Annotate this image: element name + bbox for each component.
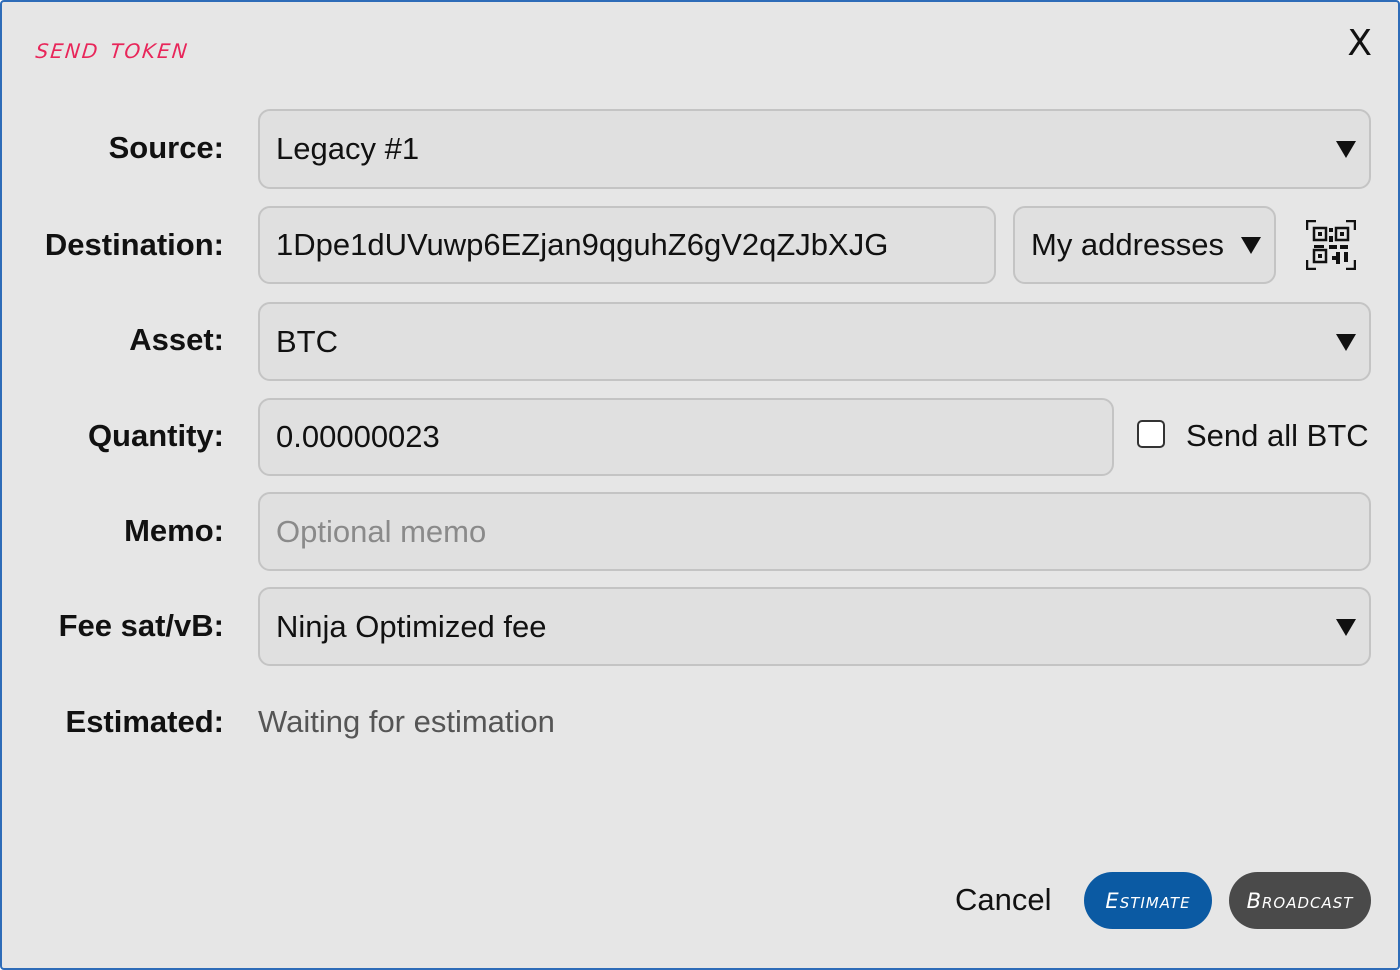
close-button[interactable]: X (1347, 26, 1372, 62)
destination-label: Destination: (44, 227, 224, 262)
chevron-down-icon (1336, 333, 1356, 351)
quantity-value: 0.00000023 (276, 419, 440, 454)
asset-value: BTC (276, 323, 338, 359)
dialog-title: Send token (34, 32, 191, 65)
chevron-down-icon (1241, 237, 1261, 254)
quantity-input[interactable]: 0.00000023 (258, 398, 1114, 476)
send-token-dialog: Send token X Source: Legacy #1 Destinati… (0, 0, 1400, 970)
asset-select[interactable]: BTC (258, 302, 1371, 381)
source-label: Source: (108, 130, 224, 165)
broadcast-button[interactable]: Broadcast (1229, 872, 1371, 929)
asset-label: Asset: (129, 322, 224, 357)
send-all-checkbox[interactable] (1137, 420, 1165, 448)
source-value: Legacy #1 (276, 131, 420, 166)
fee-select[interactable]: Ninja Optimized fee (258, 587, 1371, 666)
estimated-label: Estimated: (65, 704, 224, 739)
destination-input[interactable]: 1Dpe1dUVuwp6EZjan9qguhZ6gV2qZJbXJG (258, 206, 996, 284)
source-select[interactable]: Legacy #1 (258, 109, 1371, 189)
my-addresses-label: My addresses (1031, 227, 1224, 262)
memo-placeholder: Optional memo (276, 513, 487, 549)
qr-code-icon[interactable] (1306, 220, 1356, 270)
memo-label: Memo: (124, 513, 224, 548)
fee-label: Fee sat/vB: (58, 608, 224, 643)
my-addresses-select[interactable]: My addresses (1013, 206, 1276, 284)
fee-value: Ninja Optimized fee (276, 608, 547, 644)
send-all-label[interactable]: Send all BTC (1186, 418, 1369, 454)
memo-input[interactable]: Optional memo (258, 492, 1371, 571)
destination-value: 1Dpe1dUVuwp6EZjan9qguhZ6gV2qZJbXJG (276, 227, 889, 262)
cancel-button[interactable]: Cancel (955, 882, 1052, 918)
chevron-down-icon (1336, 141, 1356, 158)
estimate-button[interactable]: Estimate (1084, 872, 1212, 929)
chevron-down-icon (1336, 618, 1356, 636)
quantity-label: Quantity: (87, 418, 224, 453)
estimated-value: Waiting for estimation (258, 704, 555, 739)
